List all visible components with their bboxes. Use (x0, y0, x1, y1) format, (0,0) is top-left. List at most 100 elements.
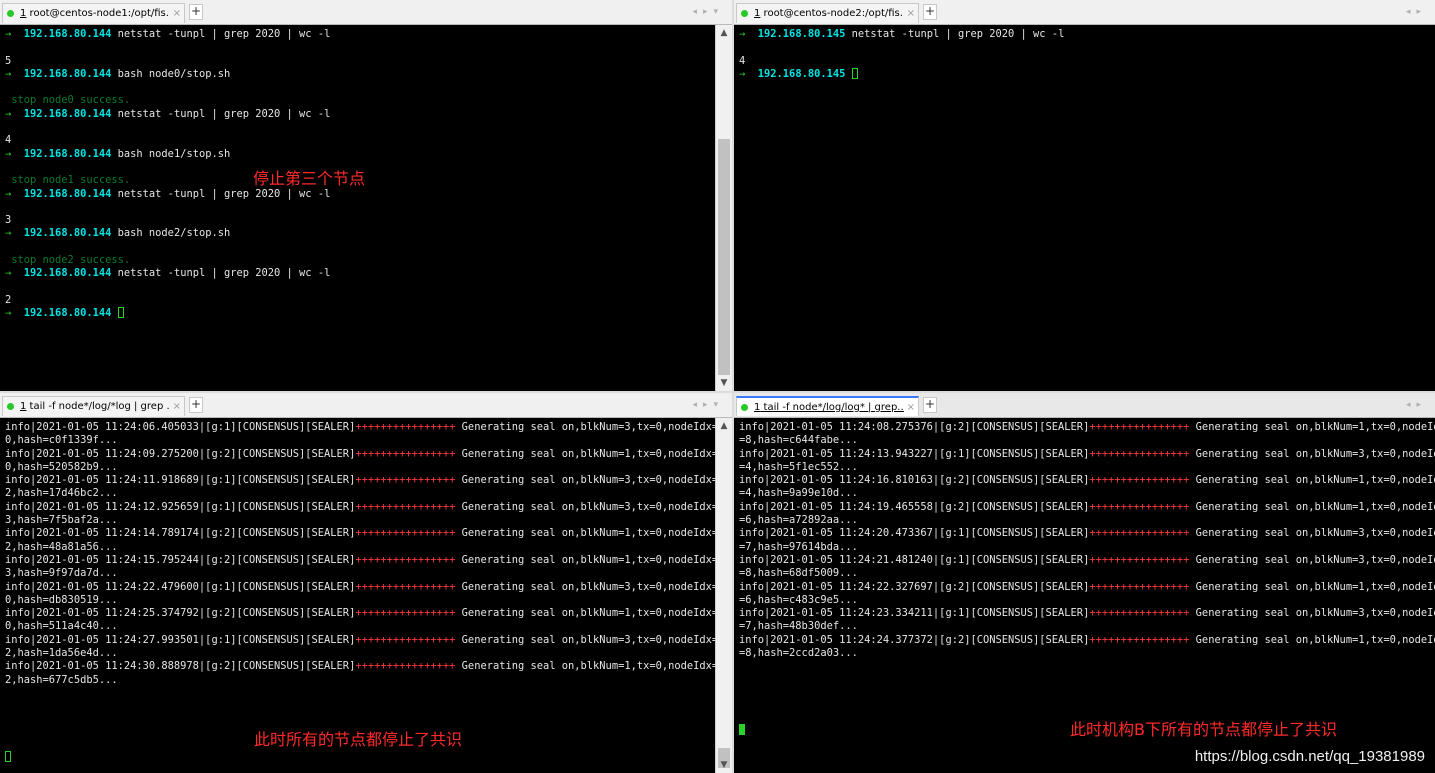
log-continuation: =6,hash=a72892aa... (739, 514, 858, 527)
log-message: Generating seal on,blkNum=1,tx=0,nodeIdx… (455, 527, 719, 540)
log-line: info|2021-01-05 11:24:13.943227|[g:1][CO… (739, 448, 1435, 461)
log-message: Generating seal on,blkNum=1,tx=0,nodeIdx (1189, 474, 1435, 487)
log-prefix: info|2021-01-05 11:24:08.275376|[g:2][CO… (739, 421, 1090, 433)
annotation-stop-third-node: 停止第三个节点 (253, 169, 366, 188)
log-line: =4,hash=9a99e10d... (739, 487, 1435, 500)
log-continuation: 2,hash=677c5db5... (5, 673, 118, 686)
terminal-line: 4 (739, 55, 1435, 68)
tab-bar: 1 tail -f node*/log/*log | grep ... × + … (0, 393, 732, 418)
command-text: netstat -tunpl | grep 2020 | wc -l (117, 28, 331, 40)
new-tab-button[interactable]: + (923, 4, 937, 20)
tab-scroll-arrows-icon[interactable]: ◂▸ (1406, 400, 1427, 410)
log-prefix: info|2021-01-05 11:24:24.377372|[g:2][CO… (739, 633, 1090, 646)
log-prefix: info|2021-01-05 11:24:15.795244|[g:2][CO… (5, 553, 356, 566)
session-tab[interactable]: 1 root@centos-node2:/opt/fis... × (736, 3, 919, 23)
log-separator: ++++++++++++++++ (355, 633, 456, 646)
log-line: info|2021-01-05 11:24:21.481240|[g:1][CO… (739, 554, 1435, 567)
log-separator: ++++++++++++++++ (355, 447, 456, 460)
log-line: info|2021-01-05 11:24:19.465558|[g:2][CO… (739, 501, 1435, 514)
log-prefix: info|2021-01-05 11:24:25.374792|[g:2][CO… (5, 607, 356, 620)
log-line: info|2021-01-05 11:24:23.334211|[g:1][CO… (739, 607, 1435, 620)
prompt-host: 192.168.80.144 (23, 67, 112, 80)
close-tab-icon[interactable]: × (907, 402, 915, 413)
prompt-host: 192.168.80.145 (757, 67, 846, 80)
log-message: Generating seal on,blkNum=3,tx=0,nodeIdx (1189, 553, 1435, 566)
log-line: 2,hash=1da56e4d... (5, 647, 715, 660)
close-tab-icon[interactable]: × (907, 8, 915, 19)
tab-title: tail -f node*/log/*log | grep ... (26, 401, 170, 412)
command-text: netstat -tunpl | grep 2020 | wc -l (851, 28, 1065, 40)
log-continuation: 0,hash=520582b9... (5, 460, 118, 473)
log-message: Generating seal on,blkNum=1,tx=0,nodeIdx (1189, 633, 1435, 646)
terminal-line: → 192.168.80.145 netstat -tunpl | grep 2… (739, 28, 1435, 41)
log-line: info|2021-01-05 11:24:24.377372|[g:2][CO… (739, 634, 1435, 647)
scroll-up-icon[interactable]: ▲ (717, 419, 731, 433)
terminal-line: → 192.168.80.144 netstat -tunpl | grep 2… (5, 267, 715, 280)
tab-bar: 1 tail -f node*/log/log* | grep... × + ◂… (734, 393, 1435, 418)
log-message: Generating seal on,blkNum=3,tx=0,nodeIdx (1189, 527, 1435, 540)
success-message: stop node2 success. (5, 254, 131, 267)
session-tab[interactable]: 1 tail -f node*/log/log* | grep... × (736, 396, 919, 416)
terminal-line: → 192.168.80.144 (5, 307, 715, 320)
tab-title: root@centos-node1:/opt/fis... (26, 8, 170, 19)
log-message: Generating seal on,blkNum=3,tx=0,nodeIdx (1189, 607, 1435, 620)
log-continuation: 0,hash=c0f1339f... (5, 434, 118, 447)
tab-scroll-arrows-icon[interactable]: ◂▸ (1406, 7, 1427, 17)
new-tab-button[interactable]: + (923, 397, 937, 413)
log-continuation: 3,hash=9f97da7d... (5, 567, 118, 580)
log-line: info|2021-01-05 11:24:06.405033|[g:1][CO… (5, 421, 718, 434)
terminal-output[interactable]: → 192.168.80.145 netstat -tunpl | grep 2… (734, 25, 1435, 391)
scroll-down-icon[interactable]: ▼ (717, 758, 731, 772)
tab-title: tail -f node*/log/log* | grep... (760, 401, 904, 413)
tab-bar: 1 root@centos-node1:/opt/fis... × + ◂▸▾ (0, 0, 732, 25)
log-separator: ++++++++++++++++ (1089, 447, 1190, 460)
log-continuation: 3,hash=7f5baf2a... (5, 514, 118, 527)
terminal-cursor (739, 724, 745, 736)
log-message: Generating seal on,blkNum=3,tx=0,nodeIdx… (455, 474, 719, 487)
new-tab-button[interactable]: + (189, 4, 203, 20)
terminal-line: → 192.168.80.144 bash node2/stop.sh (5, 227, 715, 240)
terminal-output[interactable]: info|2021-01-05 11:24:06.405033|[g:1][CO… (0, 418, 719, 773)
log-prefix: info|2021-01-05 11:24:19.465558|[g:2][CO… (739, 500, 1090, 513)
log-message: Generating seal on,blkNum=3,tx=0,nodeIdx… (455, 633, 719, 646)
pane-top-left: 1 root@centos-node1:/opt/fis... × + ◂▸▾ … (0, 0, 732, 391)
scrollbar-thumb[interactable] (718, 139, 730, 375)
log-separator: ++++++++++++++++ (355, 580, 456, 593)
log-line: =8,hash=2ccd2a03... (739, 647, 1435, 660)
session-tab[interactable]: 1 tail -f node*/log/*log | grep ... × (2, 396, 185, 416)
log-separator: ++++++++++++++++ (1089, 633, 1190, 646)
session-tab[interactable]: 1 root@centos-node1:/opt/fis... × (2, 3, 185, 23)
vertical-scrollbar[interactable]: ▲ ▼ (715, 418, 732, 773)
terminal-output[interactable]: → 192.168.80.144 netstat -tunpl | grep 2… (0, 25, 715, 391)
prompt-host: 192.168.80.144 (23, 267, 112, 280)
connection-status-icon (7, 10, 14, 17)
tab-scroll-arrows-icon[interactable]: ◂▸▾ (692, 7, 724, 17)
tab-scroll-arrows-icon[interactable]: ◂▸▾ (692, 400, 724, 410)
log-line: info|2021-01-05 11:24:27.993501|[g:1][CO… (5, 633, 719, 647)
pane-top-right: 1 root@centos-node2:/opt/fis... × + ◂▸ →… (734, 0, 1435, 391)
log-separator: ++++++++++++++++ (1089, 607, 1190, 620)
log-prefix: info|2021-01-05 11:24:12.925659|[g:1][CO… (5, 500, 356, 513)
prompt-host: 192.168.80.144 (23, 187, 112, 200)
log-line: =6,hash=c483c9e5... (739, 594, 1435, 607)
log-line: =7,hash=97614bda... (739, 541, 1435, 554)
log-continuation: 0,hash=db830519... (5, 593, 118, 606)
terminal-line: → 192.168.80.145 (739, 67, 1435, 81)
log-line: info|2021-01-05 11:24:25.374792|[g:2][CO… (5, 607, 718, 620)
close-tab-icon[interactable]: × (173, 401, 181, 412)
new-tab-button[interactable]: + (189, 397, 203, 413)
prompt-arrow-icon: → (5, 28, 24, 40)
vertical-scrollbar[interactable]: ▲ ▼ (715, 25, 732, 391)
log-separator: ++++++++++++++++ (1089, 527, 1190, 540)
terminal-spacer (739, 660, 1435, 724)
scroll-up-icon[interactable]: ▲ (717, 26, 731, 40)
close-tab-icon[interactable]: × (173, 8, 181, 19)
prompt-arrow-icon: → (5, 147, 24, 160)
log-separator: ++++++++++++++++ (1089, 421, 1190, 433)
log-separator: ++++++++++++++++ (355, 500, 456, 513)
command-text: bash node2/stop.sh (117, 227, 231, 240)
prompt-arrow-icon: → (739, 67, 758, 80)
scroll-down-icon[interactable]: ▼ (717, 376, 731, 390)
